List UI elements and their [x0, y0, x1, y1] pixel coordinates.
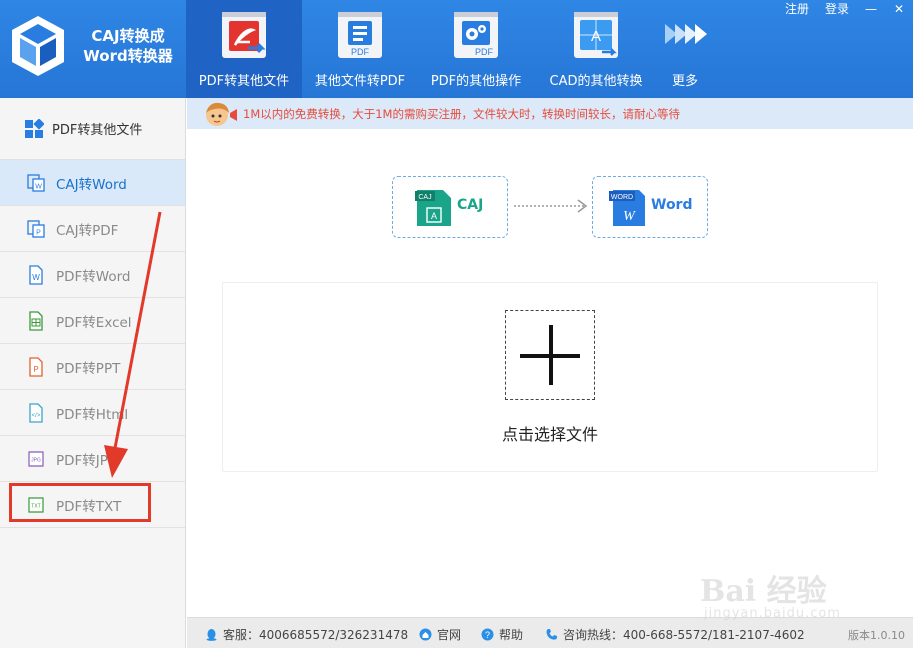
home-icon [419, 628, 432, 641]
target-format-box: WORD W Word [592, 176, 708, 238]
login-link[interactable]: 登录 [817, 0, 857, 18]
caj-pdf-icon: P [27, 219, 45, 238]
tab-pdf-to-other[interactable]: PDF转其他文件 [186, 0, 302, 98]
sidebar-item-label: PDF转Excel [56, 314, 132, 331]
tab-label: CAD的其他转换 [549, 74, 643, 89]
word-file-icon: W [29, 264, 43, 285]
qq-icon [206, 629, 217, 641]
svg-text:JPG: JPG [31, 457, 41, 463]
watermark-brand: Bai 经验 [700, 574, 827, 609]
help-link[interactable]: ? 帮助 [481, 626, 523, 643]
sidebar-item-pdf-html[interactable]: </> PDF转Html [0, 390, 185, 436]
svg-text:PDF: PDF [475, 47, 494, 57]
sidebar-item-label: CAJ转PDF [56, 222, 119, 239]
svg-text:A: A [591, 28, 601, 45]
tab-label: 其他文件转PDF [314, 74, 406, 89]
close-icon[interactable]: ✕ [885, 0, 913, 18]
select-file-label[interactable]: 点击选择文件 [223, 421, 877, 445]
sidebar-item-label: PDF转PPT [56, 360, 121, 377]
svg-text:?: ? [485, 630, 490, 640]
ppt-file-icon: P [29, 356, 43, 377]
service-text: 客服：4006685572/326231478 [223, 628, 409, 642]
sidebar-header-label: PDF转其他文件 [52, 123, 143, 138]
source-format-box: CAJ A CAJ [392, 176, 508, 238]
target-format-label: Word [651, 197, 693, 213]
file-to-pdf-icon: PDF [338, 12, 382, 58]
sidebar-item-pdf-word[interactable]: W PDF转Word [0, 252, 185, 298]
tab-other-to-pdf[interactable]: PDF 其他文件转PDF [304, 0, 416, 98]
mascot-icon [206, 102, 237, 126]
excel-file-icon [29, 310, 43, 331]
register-link[interactable]: 注册 [777, 0, 817, 18]
caj-file-icon: CAJ A [415, 190, 451, 226]
add-file-button[interactable] [505, 310, 595, 400]
jpg-file-icon: JPG [28, 450, 44, 467]
source-badge-text: CAJ [418, 194, 431, 201]
notice-text: 1M以内的免费转换，大于1M的需购买注册，文件较大时，转换时间较长，请耐心等待 [243, 107, 680, 121]
html-file-icon: </> [29, 402, 43, 423]
tab-label: 更多 [671, 74, 698, 89]
window-top-links: 注册 登录 — ✕ [777, 0, 913, 18]
sidebar-item-caj-word[interactable]: W CAJ转Word [0, 160, 185, 206]
sidebar-item-label: PDF转Html [56, 406, 129, 423]
app-logo-icon [12, 16, 64, 76]
sidebar-item-label: CAJ转Word [56, 176, 127, 193]
sidebar-header: PDF转其他文件 [0, 98, 185, 160]
app-title: CAJ转换成 Word转换器 [72, 26, 184, 66]
grid-icon [25, 118, 44, 138]
help-icon: ? [481, 628, 494, 641]
convert-arrow-icon [514, 199, 588, 213]
svg-text:W: W [35, 183, 42, 190]
file-drop-panel[interactable]: 点击选择文件 [222, 282, 878, 472]
sidebar-item-caj-pdf[interactable]: P CAJ转PDF [0, 206, 185, 252]
svg-text:A: A [431, 211, 437, 221]
title-bar: CAJ转换成 Word转换器 PDF转其他文件 PDF 其他文件转PDF PDF… [0, 0, 913, 98]
notice-bar: 1M以内的免费转换，大于1M的需购买注册，文件较大时，转换时间较长，请耐心等待 [187, 98, 913, 129]
sidebar-item-label: PDF转Word [56, 268, 131, 285]
more-arrows-icon [665, 24, 707, 44]
app-title-line2: Word转换器 [83, 47, 173, 65]
sidebar: PDF转其他文件 W CAJ转Word P CAJ转PDF W PDF转Word [0, 98, 186, 648]
svg-text:</>: </> [32, 413, 41, 419]
svg-text:P: P [36, 229, 41, 236]
website-link[interactable]: 官网 [419, 626, 461, 643]
sidebar-item-pdf-ppt[interactable]: P PDF转PPT [0, 344, 185, 390]
svg-text:W: W [623, 209, 636, 224]
cad-icon: A [574, 12, 618, 58]
baidu-watermark: Bai 经验 jingyan.baidu.com [700, 560, 890, 630]
website-text: 官网 [437, 628, 462, 642]
pdf-acrobat-icon [222, 12, 266, 58]
svg-text:W: W [32, 273, 40, 282]
tab-cad-convert[interactable]: A CAD的其他转换 [538, 0, 654, 98]
watermark-url: jingyan.baidu.com [704, 606, 841, 621]
sidebar-item-pdf-excel[interactable]: PDF转Excel [0, 298, 185, 344]
minimize-icon[interactable]: — [857, 0, 885, 18]
annotation-highlight-box [9, 483, 151, 522]
tab-pdf-other-ops[interactable]: PDF PDF的其他操作 [420, 0, 532, 98]
word-doc-icon: WORD W [609, 190, 645, 226]
phone-icon [546, 629, 557, 640]
sidebar-item-label: PDF转JPG [56, 452, 119, 469]
svg-text:P: P [33, 365, 38, 374]
target-badge-text: WORD [611, 194, 633, 201]
app-title-line1: CAJ转换成 [91, 27, 165, 45]
help-text: 帮助 [499, 628, 524, 642]
tab-more[interactable]: 更多 [656, 0, 714, 98]
caj-word-icon: W [27, 173, 45, 192]
sidebar-item-pdf-jpg[interactable]: JPG PDF转JPG [0, 436, 185, 482]
source-format-label: CAJ [457, 197, 484, 213]
customer-service[interactable]: 客服：4006685572/326231478 [205, 626, 408, 643]
tab-label: PDF的其他操作 [430, 74, 522, 89]
tab-label: PDF转其他文件 [198, 74, 290, 89]
pdf-gear-icon: PDF [454, 12, 498, 58]
svg-text:PDF: PDF [351, 47, 370, 57]
